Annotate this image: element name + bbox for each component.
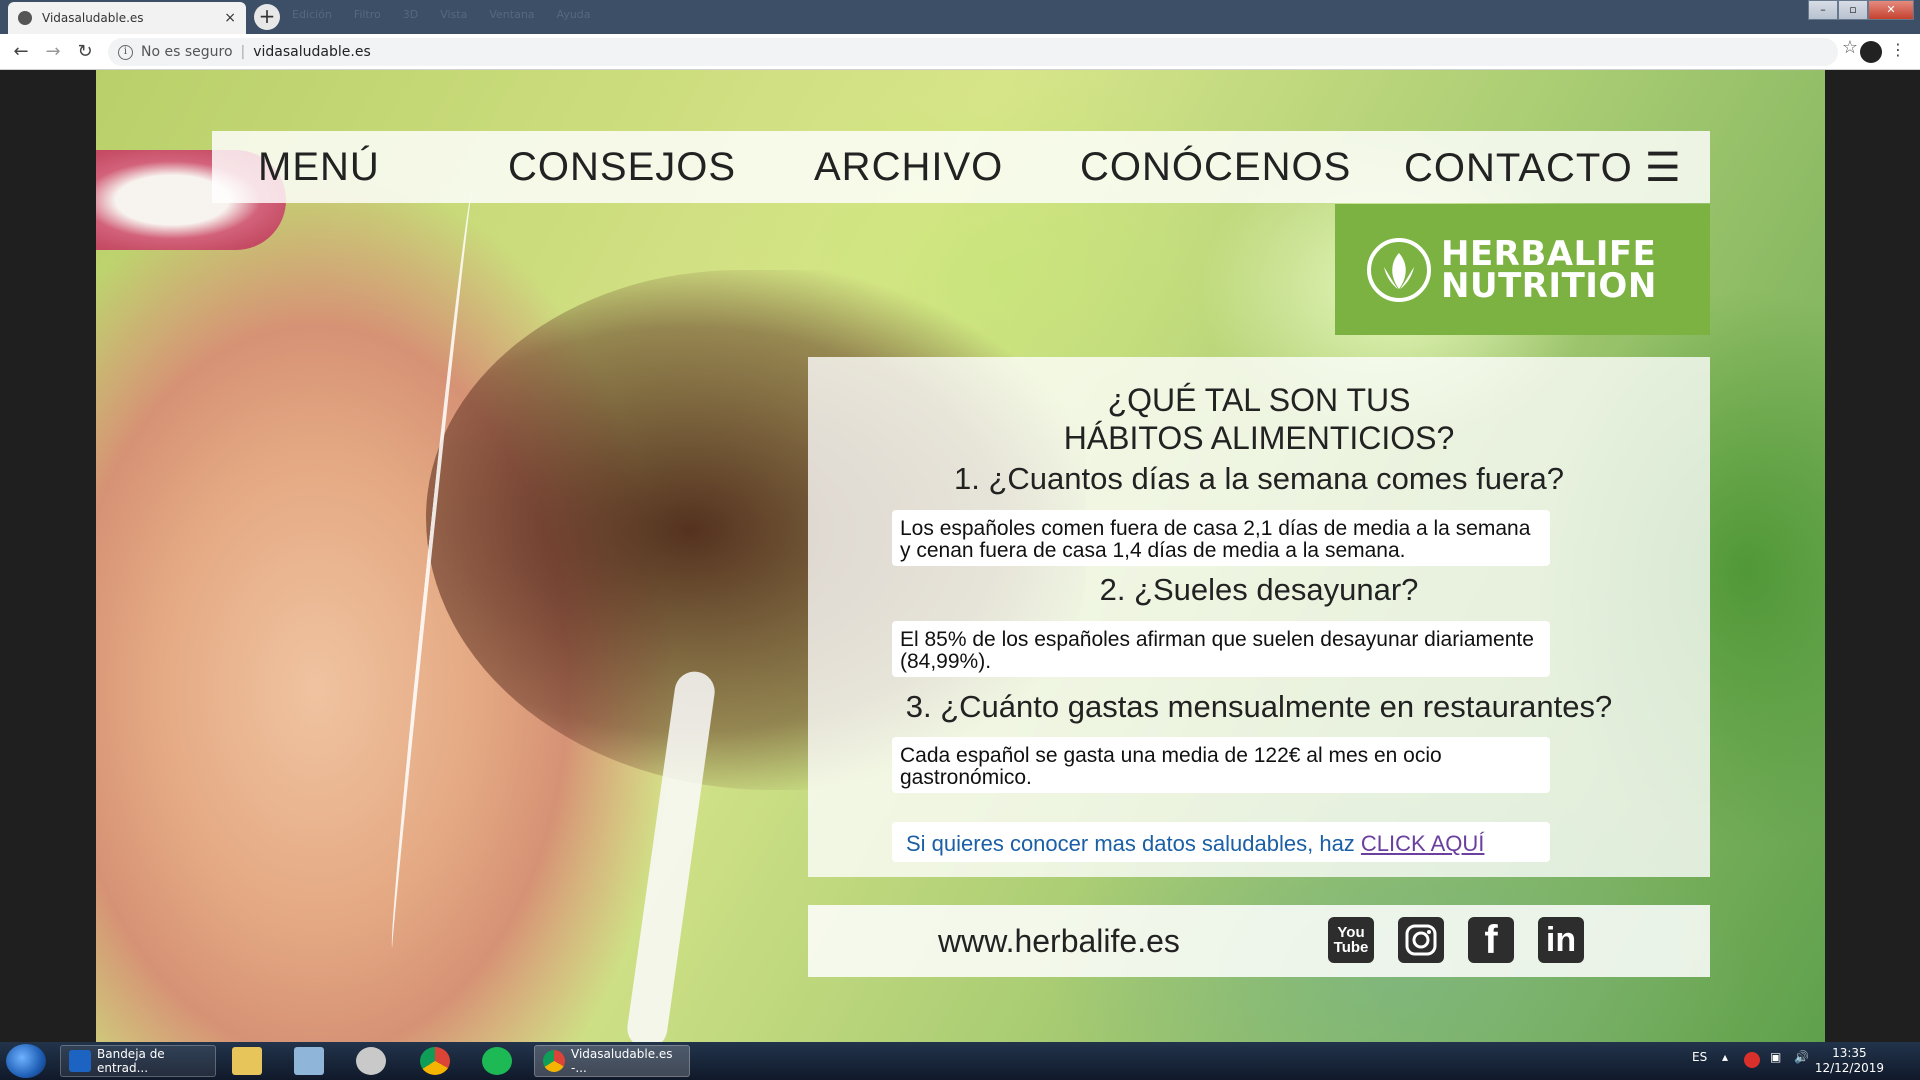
outlook-icon bbox=[69, 1050, 91, 1072]
habits-info-panel: ¿QUÉ TAL SON TUS HÁBITOS ALIMENTICIOS? 1… bbox=[808, 357, 1710, 877]
bg-menu-item: 3D bbox=[402, 8, 419, 21]
language-indicator[interactable]: ES bbox=[1692, 1050, 1707, 1064]
network-icon[interactable]: ▣ bbox=[1770, 1050, 1781, 1064]
herbalife-logo[interactable]: HERBALIFE NUTRITION bbox=[1335, 204, 1710, 335]
leaf-icon bbox=[1367, 237, 1431, 302]
question-2: 2. ¿Sueles desayunar? bbox=[1099, 572, 1419, 607]
browser-tabstrip: Vidasaludable.es × + Edición Filtro 3D V… bbox=[0, 0, 1920, 34]
chrome-window-icon bbox=[543, 1050, 565, 1072]
url-input[interactable]: i No es seguro | vidasaludable.es bbox=[108, 38, 1838, 66]
logo-line-2: NUTRITION bbox=[1441, 265, 1657, 306]
cta-text: Si quieres conocer mas datos saludables,… bbox=[906, 831, 1361, 856]
more-data-callout: Si quieres conocer mas datos saludables,… bbox=[892, 822, 1550, 862]
youtube-label-top: You bbox=[1337, 924, 1365, 941]
antivirus-tray-icon[interactable] bbox=[1744, 1052, 1760, 1068]
omnibox-separator: | bbox=[240, 44, 246, 60]
minimize-button[interactable]: – bbox=[1808, 0, 1838, 20]
answer-1: Los españoles comen fuera de casa 2,1 dí… bbox=[892, 510, 1550, 566]
social-footer: www.herbalife.es You Tube f in bbox=[808, 905, 1710, 977]
new-tab-button[interactable]: + bbox=[254, 4, 280, 30]
start-button[interactable] bbox=[6, 1044, 46, 1078]
nav-item-contacto[interactable]: CONTACTO ☰ bbox=[1404, 145, 1682, 191]
close-window-button[interactable]: ✕ bbox=[1868, 0, 1914, 20]
window-controls: – ▫ ✕ bbox=[1808, 0, 1914, 20]
nav-item-menu[interactable]: MENÚ bbox=[258, 145, 380, 190]
tray-expand-icon[interactable]: ▴ bbox=[1722, 1050, 1728, 1064]
close-tab-icon[interactable]: × bbox=[224, 10, 236, 26]
outlook-label: Bandeja de entrad... bbox=[97, 1047, 165, 1075]
spotify-icon[interactable] bbox=[482, 1047, 512, 1075]
panel-title-line-1: ¿QUÉ TAL SON TUS bbox=[1107, 382, 1411, 418]
bg-menu-item: Edición bbox=[292, 8, 332, 21]
chrome-window-label: Vidasaludable.es -... bbox=[571, 1047, 673, 1075]
chrome-icon[interactable] bbox=[420, 1047, 450, 1075]
file-explorer-icon[interactable] bbox=[232, 1047, 262, 1075]
bg-menu-item: Filtro bbox=[353, 8, 381, 21]
bg-menu-item: Ayuda bbox=[556, 8, 591, 21]
profile-avatar[interactable] bbox=[1860, 41, 1882, 63]
youtube-icon[interactable]: You Tube bbox=[1328, 917, 1374, 963]
address-bar: ← → ↻ i No es seguro | vidasaludable.es … bbox=[0, 34, 1920, 70]
nav-item-archivo[interactable]: ARCHIVO bbox=[814, 145, 1003, 190]
system-clock[interactable]: 13:35 12/12/2019 bbox=[1815, 1046, 1884, 1076]
globe-icon bbox=[18, 11, 32, 25]
bg-menu-item: Ventana bbox=[489, 8, 535, 21]
click-here-link[interactable]: CLICK AQUÍ bbox=[1361, 831, 1484, 856]
taskbar-chrome-window[interactable]: Vidasaludable.es -... bbox=[534, 1045, 690, 1077]
bg-menu-item: Vista bbox=[440, 8, 468, 21]
question-3: 3. ¿Cuánto gastas mensualmente en restau… bbox=[905, 689, 1613, 724]
nav-item-consejos[interactable]: CONSEJOS bbox=[508, 145, 736, 190]
bookmark-star-icon[interactable]: ☆ bbox=[1842, 37, 1858, 58]
maximize-button[interactable]: ▫ bbox=[1838, 0, 1868, 20]
snipping-tool-icon[interactable] bbox=[356, 1047, 386, 1075]
back-arrow-icon[interactable]: ← bbox=[10, 41, 32, 62]
logo-wordmark: HERBALIFE NUTRITION bbox=[1441, 233, 1657, 306]
website-link[interactable]: www.herbalife.es bbox=[938, 923, 1180, 960]
answer-3: Cada español se gasta una media de 122€ … bbox=[892, 737, 1550, 793]
nav-item-conocenos[interactable]: CONÓCENOS bbox=[1080, 145, 1351, 190]
volume-icon[interactable]: 🔊 bbox=[1794, 1050, 1809, 1064]
logo-line-1: HERBALIFE bbox=[1441, 233, 1657, 274]
more-options-icon[interactable]: ⋮ bbox=[1890, 40, 1906, 59]
forward-arrow-icon[interactable]: → bbox=[42, 41, 64, 62]
answer-2: El 85% de los españoles afirman que suel… bbox=[892, 621, 1550, 677]
url-text[interactable]: vidasaludable.es bbox=[253, 44, 371, 60]
instagram-icon[interactable] bbox=[1398, 917, 1444, 963]
question-1: 1. ¿Cuantos días a la semana comes fuera… bbox=[954, 461, 1564, 496]
youtube-label-bottom: Tube bbox=[1333, 939, 1369, 956]
page-viewport: MENÚ CONSEJOS ARCHIVO CONÓCENOS CONTACTO… bbox=[0, 70, 1920, 1042]
windows-taskbar: Bandeja de entrad... Vidasaludable.es -.… bbox=[0, 1042, 1920, 1080]
facebook-icon[interactable]: f bbox=[1468, 917, 1514, 963]
notes-icon[interactable] bbox=[294, 1047, 324, 1075]
security-label[interactable]: No es seguro bbox=[141, 44, 233, 60]
linkedin-icon[interactable]: in bbox=[1538, 917, 1584, 963]
clock-date: 12/12/2019 bbox=[1814, 1061, 1884, 1075]
taskbar-outlook[interactable]: Bandeja de entrad... bbox=[60, 1045, 216, 1077]
info-icon[interactable]: i bbox=[118, 44, 133, 60]
browser-tab-active[interactable]: Vidasaludable.es × bbox=[8, 2, 246, 34]
reload-icon[interactable]: ↻ bbox=[74, 41, 96, 62]
tab-title: Vidasaludable.es bbox=[42, 11, 144, 25]
background-app-menu: Edición Filtro 3D Vista Ventana Ayuda bbox=[292, 8, 591, 21]
panel-title-line-2: HÁBITOS ALIMENTICIOS? bbox=[1063, 420, 1455, 456]
clock-time: 13:35 bbox=[1832, 1046, 1867, 1060]
main-navigation: MENÚ CONSEJOS ARCHIVO CONÓCENOS CONTACTO… bbox=[212, 131, 1710, 203]
